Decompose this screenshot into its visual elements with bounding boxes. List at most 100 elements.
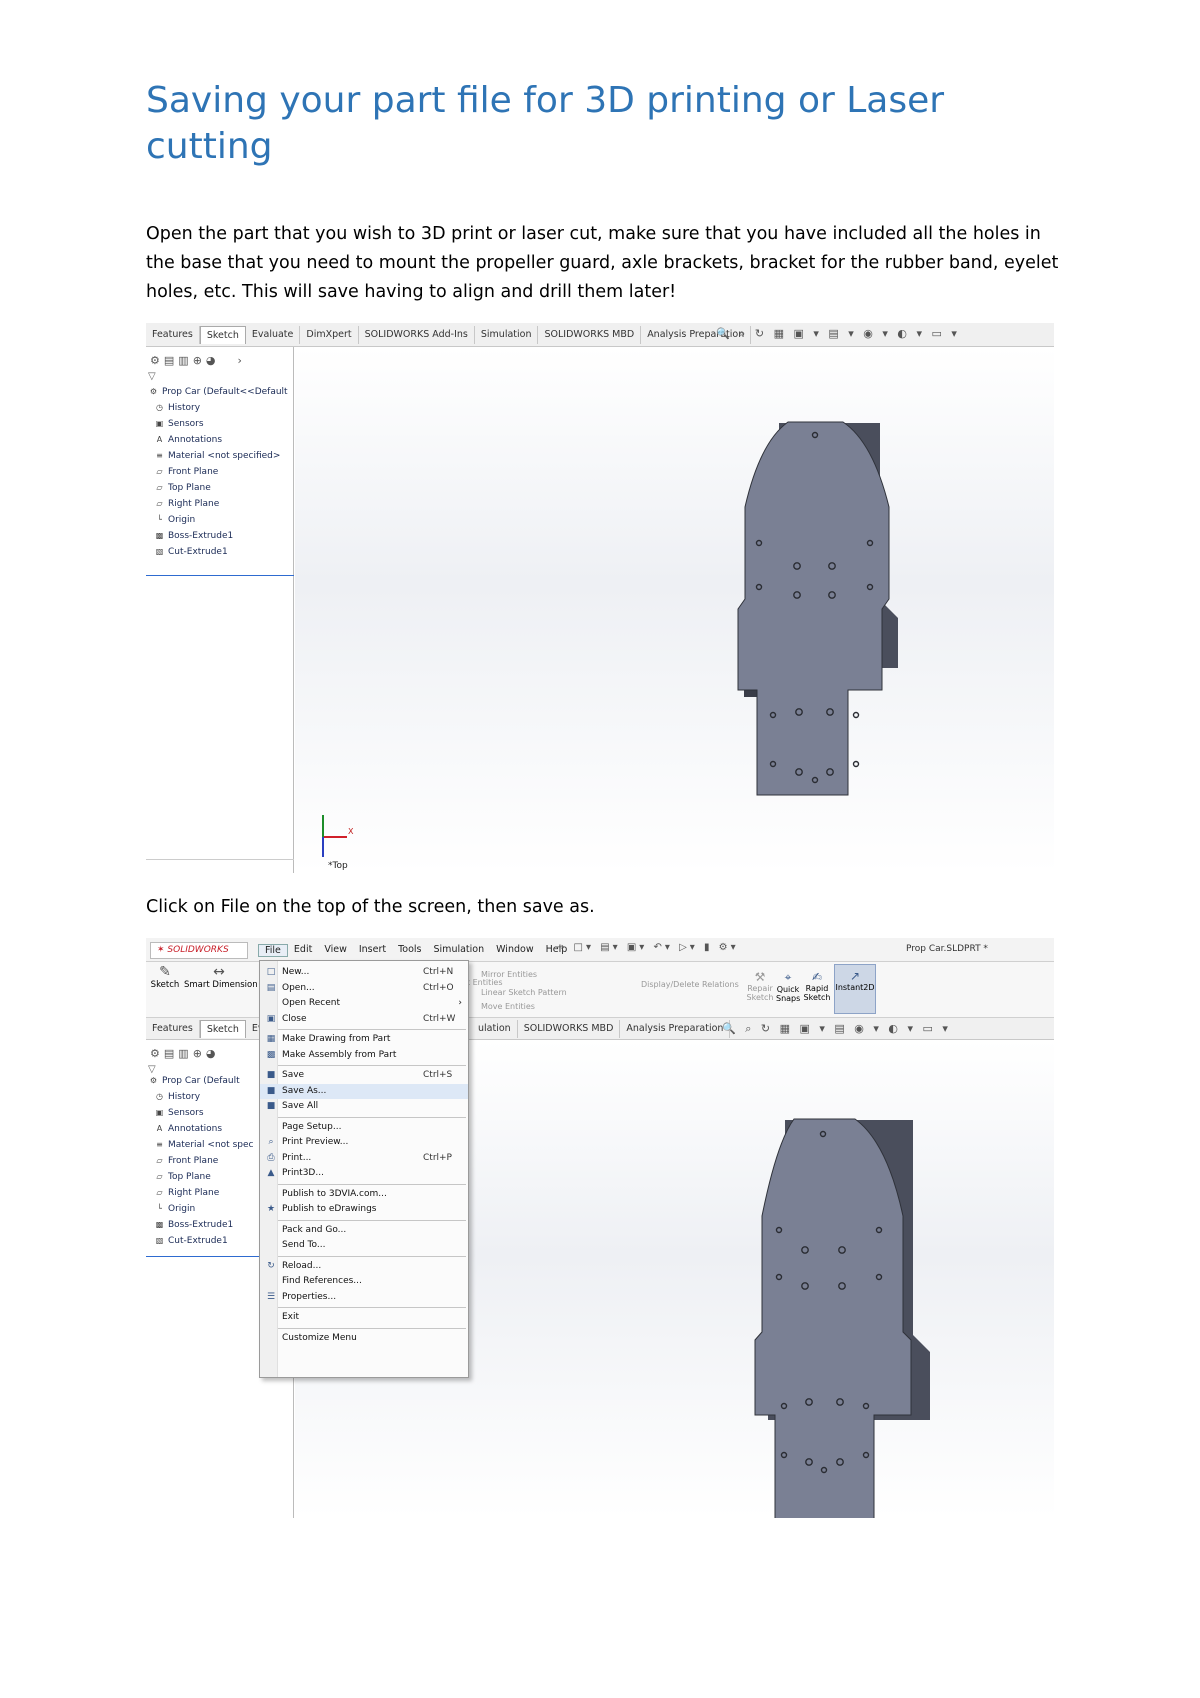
part-top-face: [737, 421, 890, 796]
menu-item-publish-to-edrawings[interactable]: ★ Publish to eDrawings: [260, 1202, 468, 1217]
tree-item-cut-extrude1[interactable]: ▧ Cut-Extrude1: [154, 1236, 228, 1246]
tab-simulation[interactable]: ulation: [472, 1020, 518, 1038]
tab-solidworks-mbd[interactable]: SOLIDWORKS MBD: [518, 1020, 621, 1038]
menu-tools[interactable]: Tools: [392, 944, 427, 957]
menu-item-exit[interactable]: Exit: [260, 1310, 468, 1325]
tree-item-material-not-spec[interactable]: ≡ Material <not spec: [154, 1140, 253, 1150]
menu-item-make-assembly-from-part[interactable]: ▩ Make Assembly from Part: [260, 1048, 468, 1063]
menu-simulation[interactable]: Simulation: [428, 944, 491, 957]
rollback-bar[interactable]: [146, 575, 294, 576]
menu-item-label: Make Assembly from Part: [282, 1049, 397, 1060]
tree-item-annotations[interactable]: A Annotations: [154, 1124, 222, 1134]
tree-item-right-plane[interactable]: ▱ Right Plane: [154, 1188, 219, 1198]
tree-item-origin[interactable]: └ Origin: [154, 1204, 195, 1214]
menu-item-new[interactable]: □ New... Ctrl+N: [260, 965, 468, 980]
tree-item-sensors[interactable]: ▣ Sensors: [154, 1108, 204, 1118]
tree-item-front-plane[interactable]: ▱ Front Plane: [154, 467, 218, 477]
tab-features[interactable]: Features: [146, 1020, 200, 1038]
tab-sketch[interactable]: Sketch: [199, 1020, 246, 1038]
feature-manager-toolbar[interactable]: ⚙ ▤ ▥ ⊕ ◕ ›: [146, 349, 294, 371]
tab-solidworks-add-ins[interactable]: SOLIDWORKS Add-Ins: [359, 326, 475, 344]
menu-separator: [278, 1327, 466, 1329]
tree-item-history[interactable]: ◷ History: [154, 403, 200, 413]
menu-item-save[interactable]: ■ Save Ctrl+S: [260, 1068, 468, 1083]
menu-separator: [278, 1116, 466, 1118]
dimxpert-tab-icon: ⊕: [192, 1046, 202, 1060]
quick-access-toolbar[interactable]: → □▾ ▤▾ ▣▾ ↶▾ ▷▾ ▮ ⚙▾: [556, 942, 739, 953]
menu-item-send-to[interactable]: Send To...: [260, 1238, 468, 1253]
menu-item-save-as[interactable]: ■ Save As...: [260, 1083, 468, 1099]
menu-item-print3d[interactable]: ▲ Print3D...: [260, 1166, 468, 1181]
smart-dimension-button[interactable]: ↔ Smart Dimension: [184, 964, 258, 990]
menu-item-pack-and-go[interactable]: Pack and Go...: [260, 1223, 468, 1238]
menu-item-reload[interactable]: ↻ Reload...: [260, 1259, 468, 1274]
sketch-button[interactable]: ✎ Sketch: [150, 964, 180, 990]
tree-item-boss-extrude1[interactable]: ▩ Boss-Extrude1: [154, 531, 234, 541]
instant2d-button[interactable]: ↗ Instant2D: [834, 964, 876, 1014]
horizontal-scrollbar[interactable]: [146, 859, 294, 871]
menu-item-page-setup[interactable]: Page Setup...: [260, 1120, 468, 1135]
heads-up-view-toolbar[interactable]: 🔍 ⌕ ↻ ▦ ▣ ▾ ▤ ◉ ▾ ◐ ▾ ▭ ▾: [722, 1022, 951, 1036]
tree-item-front-plane[interactable]: ▱ Front Plane: [154, 1156, 218, 1166]
solidworks-logo[interactable]: ✶ SOLIDWORKS: [150, 942, 248, 959]
menu-item-print[interactable]: ⎙ Print... Ctrl+P: [260, 1151, 468, 1166]
menu-item-save-all[interactable]: ■ Save All: [260, 1099, 468, 1114]
tree-item-right-plane[interactable]: ▱ Right Plane: [154, 499, 219, 509]
menu-item-open[interactable]: ▤ Open... Ctrl+O: [260, 981, 468, 996]
boss-extrude-icon: ▩: [155, 1220, 164, 1229]
menu-item-publish-to-3dvia-com[interactable]: Publish to 3DVIA.com...: [260, 1187, 468, 1202]
print3d-icon: ▲: [267, 1168, 275, 1178]
tree-item-origin[interactable]: └ Origin: [154, 515, 195, 525]
tree-item-cut-extrude1[interactable]: ▧ Cut-Extrude1: [154, 547, 228, 557]
tree-item-material-not-specified[interactable]: ≡ Material <not specified>: [154, 451, 280, 461]
menu-window[interactable]: Window: [490, 944, 539, 957]
rapid-sketch-button[interactable]: ✍ Rapid Sketch: [802, 970, 832, 1002]
tree-item-top-plane[interactable]: ▱ Top Plane: [154, 483, 210, 493]
menu-insert[interactable]: Insert: [353, 944, 392, 957]
menu-item-print-preview[interactable]: ⌕ Print Preview...: [260, 1135, 468, 1150]
menu-file[interactable]: File: [258, 944, 288, 957]
assembly-icon: ▩: [266, 1049, 276, 1060]
filter-icon[interactable]: ▽: [148, 1064, 156, 1075]
filter-icon[interactable]: ▽: [148, 371, 156, 382]
tree-item-top-plane[interactable]: ▱ Top Plane: [154, 1172, 210, 1182]
tree-item-annotations[interactable]: A Annotations: [154, 435, 222, 445]
part-top-face: [754, 1118, 912, 1518]
menu-edit[interactable]: Edit: [288, 944, 318, 957]
linear-sketch-pattern-button[interactable]: Linear Sketch Pattern: [481, 988, 567, 997]
repair-sketch-icon: ⚒: [754, 970, 766, 984]
move-entities-button[interactable]: Move Entities: [481, 1002, 535, 1011]
quick-snaps-button[interactable]: ⌖ Quick Snaps: [776, 970, 800, 1003]
menu-item-label: Send To...: [282, 1240, 326, 1250]
menu-view[interactable]: View: [318, 944, 353, 957]
menu-item-find-references[interactable]: Find References...: [260, 1274, 468, 1289]
display-delete-relations-button[interactable]: Display/Delete Relations: [641, 980, 739, 989]
menu-item-make-drawing-from-part[interactable]: ▦ Make Drawing from Part: [260, 1032, 468, 1047]
repair-sketch-button[interactable]: ⚒ Repair Sketch: [740, 970, 780, 1002]
plane-icon: ▱: [156, 483, 163, 492]
menu-item-label: Properties...: [282, 1291, 337, 1302]
tab-sketch[interactable]: Sketch: [199, 326, 246, 344]
tree-item-history[interactable]: ◷ History: [154, 1092, 200, 1102]
menu-item-properties[interactable]: ☰ Properties...: [260, 1290, 468, 1305]
tree-item-sensors[interactable]: ▣ Sensors: [154, 419, 204, 429]
save-as-icon: ■: [266, 1085, 276, 1096]
tab-dimxpert[interactable]: DimXpert: [300, 326, 359, 344]
menu-item-customize-menu[interactable]: Customize Menu: [260, 1331, 468, 1346]
graphics-area[interactable]: X *Top: [295, 347, 1054, 873]
menu-item-label: New...: [282, 967, 310, 977]
tab-solidworks-mbd[interactable]: SOLIDWORKS MBD: [538, 326, 642, 344]
tree-item-prop-car-default-default[interactable]: ⚙ Prop Car (Default<<Default: [148, 387, 288, 397]
menu-item-close[interactable]: ▣ Close Ctrl+W: [260, 1012, 468, 1027]
heads-up-view-toolbar[interactable]: 🔍 ⌕ ↻ ▦ ▣ ▾ ▤ ▾ ◉ ▾ ◐ ▾ ▭ ▾: [716, 327, 960, 341]
tab-evaluate[interactable]: Evaluate: [246, 326, 301, 344]
tab-simulation[interactable]: Simulation: [475, 326, 539, 344]
window-title: Prop Car.SLDPRT *: [906, 944, 988, 954]
material-icon: ≡: [156, 451, 163, 460]
tab-analysis-preparation[interactable]: Analysis Preparation: [620, 1020, 731, 1038]
tab-features[interactable]: Features: [146, 326, 200, 344]
feature-manager-tab-icon: ⚙: [150, 353, 160, 367]
tree-item-boss-extrude1[interactable]: ▩ Boss-Extrude1: [154, 1220, 234, 1230]
menu-item-open-recent[interactable]: Open Recent ›: [260, 996, 468, 1011]
tree-item-prop-car-default[interactable]: ⚙ Prop Car (Default: [148, 1076, 240, 1086]
